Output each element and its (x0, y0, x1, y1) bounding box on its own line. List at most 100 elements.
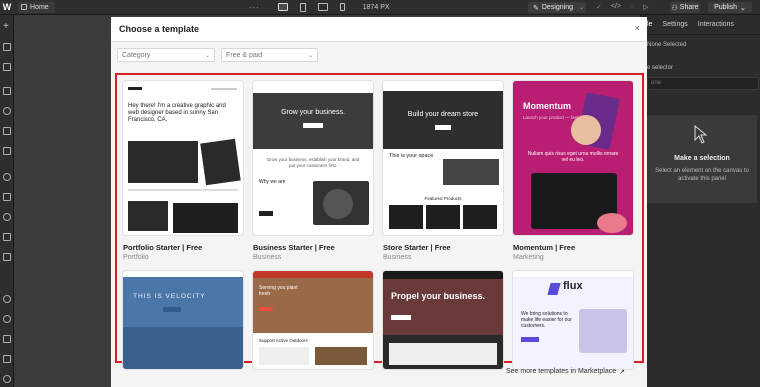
template-thumbnail[interactable]: Propel your business. (383, 271, 503, 369)
external-link-icon: ↗ (619, 369, 625, 376)
share-label: Share (679, 4, 699, 11)
template-filters: Category ⌄ Free & paid ⌄ (111, 42, 647, 62)
top-status-icons: ✓ </> ◌ ▷ (596, 3, 649, 11)
template-card-outdoors[interactable]: Serving you plant fresh Support Active O… (253, 271, 373, 369)
chevron-down-icon: ⌄ (307, 52, 313, 59)
publish-button[interactable]: Publish ⌄ (708, 2, 752, 13)
thumb-headline: Hey there! I'm a creative graphic and we… (128, 103, 226, 123)
thumb-headline: Momentum (523, 101, 571, 111)
template-card-portfolio-starter[interactable]: Hey there! I'm a creative graphic and we… (123, 81, 243, 261)
template-card-business-starter[interactable]: Grow your business. Grow your business, … (253, 81, 373, 261)
thumb-section: Nullam quis risus eget urna mollis ornar… (527, 151, 619, 163)
thumb-headline: flux (563, 280, 583, 292)
make-selection-title: Make a selection (674, 155, 730, 162)
audit-icon[interactable] (3, 315, 11, 323)
right-style-panel: le Settings Interactions None Selected e… (640, 15, 760, 387)
flux-logo-icon (547, 283, 561, 295)
mobile-landscape-breakpoint-icon[interactable] (317, 3, 328, 11)
template-card-store-starter[interactable]: Build your dream store This is your spac… (383, 81, 503, 261)
thumb-headline: Build your dream store (407, 111, 479, 118)
person-icon: ⚇ (671, 4, 678, 12)
thumb-headline: Serving you plant fresh (259, 285, 298, 297)
comments-icon[interactable]: ◌ (630, 3, 634, 11)
thumb-section: Support Active Outdoors (259, 338, 308, 343)
settings-icon[interactable] (3, 295, 11, 303)
brush-icon: ✎ (533, 4, 539, 12)
styles-icon[interactable] (3, 127, 11, 135)
template-card-velocity[interactable]: THIS IS VELOCITY (123, 271, 243, 369)
home-label: Home (30, 3, 49, 11)
category-select-label: Category (122, 51, 151, 59)
template-thumbnail[interactable]: Serving you plant fresh Support Active O… (253, 271, 373, 369)
help-icon[interactable] (3, 375, 11, 383)
template-thumbnail[interactable]: Hey there! I'm a creative graphic and we… (123, 81, 243, 235)
variables-icon[interactable] (3, 107, 11, 115)
add-icon[interactable]: + (3, 22, 11, 32)
selector-label: e selector (647, 65, 674, 71)
selection-status: None Selected (647, 42, 687, 48)
template-card-momentum[interactable]: Momentum Launch your product — fast Null… (513, 81, 633, 261)
tablet-breakpoint-icon[interactable] (299, 2, 306, 12)
chevron-down-icon: ⌄ (579, 5, 585, 11)
template-title: Momentum | Free (513, 243, 576, 252)
canvas-width-readout: 1874 PX (362, 3, 390, 11)
panel-tabs: le Settings Interactions (641, 15, 760, 35)
template-category: Business (253, 254, 282, 261)
mobile-portrait-breakpoint-icon[interactable] (339, 3, 345, 11)
marketplace-link[interactable]: See more templates in Marketplace ↗ (506, 368, 625, 376)
code-icon[interactable]: </> (611, 3, 621, 11)
template-title: Business Starter | Free (253, 243, 335, 252)
logic-icon[interactable] (3, 233, 11, 241)
cursor-pointer-icon (693, 125, 708, 144)
category-select[interactable]: Category ⌄ (117, 48, 215, 62)
checklist-icon[interactable] (3, 335, 11, 343)
template-thumbnail[interactable]: THIS IS VELOCITY (123, 271, 243, 369)
thumb-headline: THIS IS VELOCITY (133, 293, 206, 300)
thumb-section: Featured Products (424, 196, 462, 201)
mode-label: Designing (541, 4, 574, 11)
mode-dropdown[interactable]: ✎ Designing ⌄ (528, 2, 586, 13)
selector-input[interactable]: one (647, 77, 759, 90)
users-icon[interactable] (3, 213, 11, 221)
thumb-sub: We bring solutions to make life easier f… (521, 311, 572, 329)
template-category: Business (383, 254, 412, 261)
webflow-logo[interactable]: W (0, 0, 14, 14)
tab-interactions[interactable]: Interactions (698, 21, 734, 28)
template-grid-highlight: Hey there! I'm a creative graphic and we… (115, 73, 644, 369)
left-sidebar: + (0, 15, 14, 387)
page-icon (21, 4, 27, 10)
preview-play-icon[interactable]: ▷ (643, 3, 648, 11)
template-card-flux[interactable]: flux We bring solutions to make life eas… (513, 271, 633, 369)
apps-icon[interactable] (3, 253, 11, 261)
close-icon[interactable]: × (635, 23, 640, 33)
assets-icon[interactable] (3, 147, 11, 155)
chevron-down-icon: ⌄ (204, 52, 210, 59)
modal-title: Choose a template (119, 24, 200, 34)
template-title: Portfolio Starter | Free (123, 243, 203, 252)
tab-style[interactable]: le (647, 21, 652, 28)
template-category: Portfolio (123, 254, 149, 261)
price-select[interactable]: Free & paid ⌄ (221, 48, 318, 62)
modal-header: Choose a template × (111, 17, 647, 42)
share-button[interactable]: ⚇ Share (670, 2, 700, 13)
template-thumbnail[interactable]: flux We bring solutions to make life eas… (513, 271, 633, 369)
template-card-propel[interactable]: Propel your business. (383, 271, 503, 369)
home-button[interactable]: Home (18, 1, 55, 13)
more-options-icon[interactable]: ··· (249, 3, 260, 12)
breakpoint-selector (277, 2, 345, 12)
tab-settings[interactable]: Settings (662, 21, 687, 28)
pages-icon[interactable] (3, 43, 11, 51)
template-thumbnail[interactable]: Build your dream store This is your spac… (383, 81, 503, 235)
cms-icon[interactable] (3, 173, 11, 181)
publish-label: Publish (714, 4, 738, 11)
template-thumbnail[interactable]: Momentum Launch your product — fast Null… (513, 81, 633, 235)
check-status-icon[interactable]: ✓ (596, 3, 602, 11)
desktop-breakpoint-icon[interactable] (277, 3, 288, 11)
components-icon[interactable] (3, 87, 11, 95)
activity-icon[interactable] (3, 355, 11, 363)
navigator-icon[interactable] (3, 63, 11, 71)
template-thumbnail[interactable]: Grow your business. Grow your business, … (253, 81, 373, 235)
price-select-label: Free & paid (226, 51, 263, 59)
thumb-headline: Grow your business. (281, 109, 345, 116)
ecommerce-icon[interactable] (3, 193, 11, 201)
